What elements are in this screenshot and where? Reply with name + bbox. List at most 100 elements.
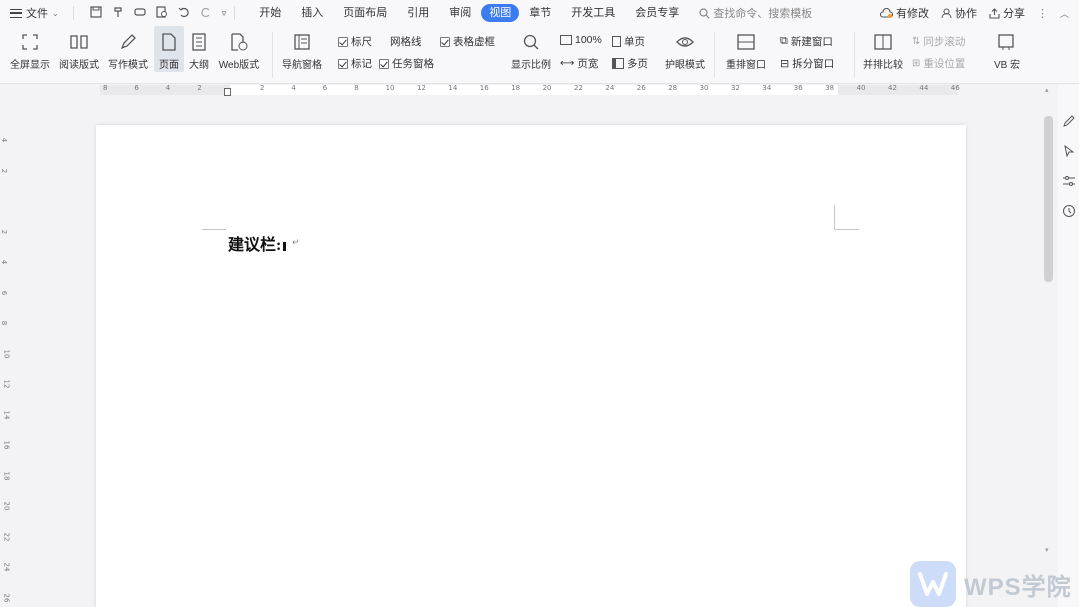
task-pane-label: 任务窗格 [392,58,434,70]
reading-mode-button[interactable]: 阅读版式 [57,26,101,72]
fullscreen-button[interactable]: 全屏显示 [8,26,52,72]
vertical-scrollbar[interactable]: ▴ ▾ [1042,84,1056,607]
task-pane-toggle[interactable]: 任务窗格 [379,56,434,71]
outline-view-button[interactable]: 大纲 [186,26,212,72]
scrollbar-thumb[interactable] [1044,116,1053,282]
zoom-100-button[interactable]: 100% [560,34,602,46]
table-borders-checkbox[interactable] [440,36,450,47]
settings-sliders-icon[interactable] [1062,174,1076,188]
divider [272,32,273,78]
ruler-tick-label: 4 [165,84,171,92]
file-menu-button[interactable]: 文件 ⌄ [10,5,65,21]
document-paragraph[interactable]: 建议栏: [228,231,287,255]
outline-icon [189,32,209,52]
document-page[interactable]: 建议栏: ↵ [96,125,966,607]
side-by-side-button[interactable]: 并排比较 [860,26,906,72]
collapse-ribbon-icon[interactable]: ︿ [1060,7,1069,20]
wps-academy-watermark: WPS学院 [910,561,1072,607]
undo-icon[interactable] [178,6,190,21]
ruler-tick-label: 46 [950,84,960,92]
tab-member[interactable]: 会员专享 [625,4,689,22]
single-page-button[interactable]: 单页 [612,34,645,49]
ruler-tick-label: 20 [542,84,552,92]
split-window-button[interactable]: ⊟ 拆分窗口 [780,56,834,71]
writing-mode-button[interactable]: 写作模式 [106,26,150,72]
edit-icon[interactable] [1062,114,1076,128]
tab-review[interactable]: 审阅 [439,4,481,22]
ruler-tick-label: 8 [0,320,9,326]
reset-position-button[interactable]: ⊞ 重设位置 [912,56,965,71]
print-preview-icon[interactable] [156,5,168,21]
nav-pane-label: 导航窗格 [282,60,322,71]
more-options-icon[interactable]: ⋮ [1037,7,1048,20]
horizontal-ruler[interactable]: 8 6 4 2 2 4 6 8 10 12 14 16 18 20 22 24 26 28 30 32 34 36 38 40… [0,84,1042,96]
page-width-button[interactable]: ⟷ 页宽 [560,56,598,71]
customize-toolbar-icon[interactable]: ▿ [222,8,227,19]
ruler-tick-label: 30 [699,84,709,92]
globe-page-icon [229,32,249,52]
ruler-tick-label: 2 [260,84,265,92]
vertical-ruler[interactable]: 4 2 2 4 6 8 10 12 14 16 18 20 22 24 26 [0,96,12,607]
watermark-text: WPS学院 [964,573,1072,601]
task-pane-checkbox[interactable] [379,58,389,69]
clock-icon[interactable] [1062,204,1076,218]
ruler-tick-label: 32 [731,84,740,92]
ruler-tick-label: 14 [2,410,11,419]
web-view-button[interactable]: Web版式 [216,26,262,72]
tab-view[interactable]: 视图 [481,4,520,22]
gridlines-toggle[interactable]: 网格线 [390,34,422,49]
outline-view-label: 大纲 [189,60,209,71]
marks-checkbox[interactable] [338,58,348,69]
tab-home[interactable]: 开始 [249,4,291,22]
ruler-toggle[interactable]: 标尺 [338,34,372,49]
ruler-text-area [230,85,838,95]
save-icon[interactable] [90,5,102,21]
side-toolbar [1058,84,1079,607]
print-icon[interactable] [134,6,146,21]
marks-toggle[interactable]: 标记 [338,56,372,71]
fullscreen-icon [20,32,40,52]
table-borders-toggle[interactable]: 表格虚框 [440,34,495,49]
vba-macro-button[interactable]: VB 宏 [986,26,1028,72]
collab-button[interactable]: 协作 [941,5,977,21]
new-window-button[interactable]: ⧉ 新建窗口 [780,34,833,49]
tab-references[interactable]: 引用 [397,4,439,22]
tab-page-layout[interactable]: 页面布局 [333,4,397,22]
ruler-tick-label: 2 [197,84,202,92]
macro-icon [997,32,1017,52]
share-button[interactable]: 分享 [989,5,1025,21]
scroll-down-icon[interactable]: ▾ [1045,546,1049,554]
page-view-button[interactable]: 页面 [154,26,184,72]
indent-marker[interactable] [224,88,231,96]
web-view-label: Web版式 [218,60,260,71]
new-window-label: 新建窗口 [790,36,833,48]
sync-scroll-icon: ⇅ [912,36,921,47]
eye-mode-label: 护眼模式 [665,60,705,71]
share-icon [989,7,1000,19]
zoom-button[interactable]: 显示比例 [508,26,554,72]
ruler-tick-label: 26 [636,84,646,92]
tab-sections[interactable]: 章节 [519,4,561,22]
format-painter-icon[interactable] [112,6,124,21]
redo-icon[interactable] [200,6,212,21]
paragraph-text: 建议栏: [228,237,282,254]
tab-developer[interactable]: 开发工具 [561,4,625,22]
select-cursor-icon[interactable] [1062,144,1076,158]
share-label: 分享 [1002,8,1025,20]
eye-mode-button[interactable]: 护眼模式 [662,26,708,72]
ruler-tick-label: 18 [2,471,11,480]
document-canvas[interactable]: 建议栏: ↵ [12,96,1042,607]
divider [714,32,715,78]
rearrange-windows-button[interactable]: 重排窗口 [720,26,772,72]
zoom-label: 显示比例 [511,60,551,71]
tab-insert[interactable]: 插入 [291,4,333,22]
scroll-up-icon[interactable]: ▴ [1045,86,1049,94]
command-search[interactable]: 查找命令、搜索模板 [699,5,812,21]
changes-button[interactable]: 有修改 [879,5,929,21]
ruler-tick-label: 4 [0,137,9,143]
nav-pane-button[interactable]: 导航窗格 [276,26,328,72]
sync-scroll-button[interactable]: ⇅ 同步滚动 [912,34,965,49]
multi-page-button[interactable]: 多页 [612,56,648,71]
writing-mode-label: 写作模式 [108,60,148,71]
ruler-checkbox[interactable] [338,36,348,47]
